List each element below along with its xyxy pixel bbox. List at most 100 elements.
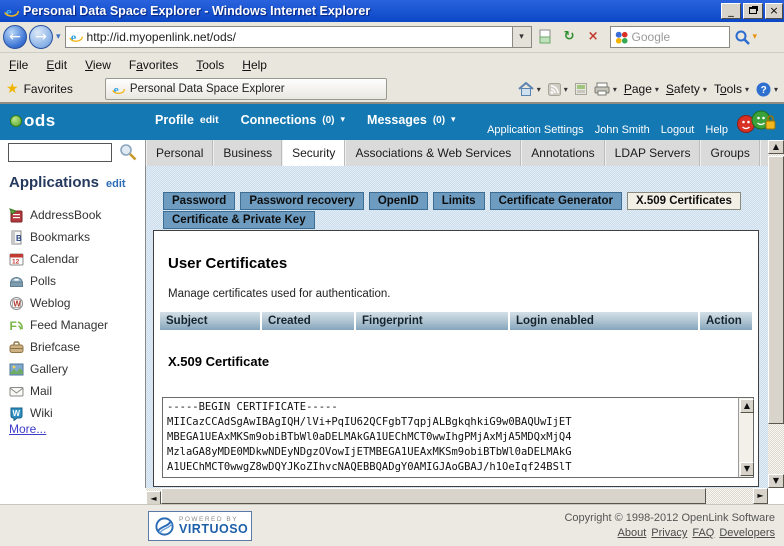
connections-link[interactable]: Connections — [241, 113, 317, 127]
menu-view[interactable]: View — [76, 58, 120, 72]
profile-link[interactable]: Profile — [155, 113, 194, 127]
scroll-down-icon[interactable]: ▼ — [768, 474, 784, 488]
minimize-button[interactable]: _ — [721, 3, 741, 19]
print-button[interactable]: ▾ — [594, 82, 617, 96]
ods-logo[interactable]: ods — [10, 111, 56, 131]
sidebar-item-briefcase[interactable]: Briefcase — [9, 336, 108, 358]
tools-menu-button[interactable]: Tools ▾ — [714, 82, 749, 96]
search-box[interactable]: Google — [610, 26, 730, 48]
sidebar-item-mail[interactable]: Mail — [9, 380, 108, 402]
tab-security[interactable]: Security — [282, 140, 345, 166]
subtab-certificate-generator[interactable]: Certificate Generator — [490, 192, 622, 210]
sidebar-item-polls[interactable]: Polls — [9, 270, 108, 292]
recent-pages-dropdown[interactable]: ▾ — [56, 32, 61, 42]
tab-associations-web-services[interactable]: Associations & Web Services — [345, 140, 521, 166]
close-button[interactable]: × — [765, 3, 783, 19]
weblog-icon: W — [9, 296, 24, 311]
tab-groups[interactable]: Groups — [700, 140, 759, 166]
feeds-button[interactable]: ▾ — [548, 83, 568, 96]
sidebar-item-wiki[interactable]: W Wiki — [9, 402, 108, 424]
compatibility-view-button[interactable] — [535, 26, 556, 48]
vertical-scrollbar[interactable]: ▲ ▼ — [768, 140, 784, 488]
applications-edit-link[interactable]: edit — [106, 178, 126, 190]
svg-text:F: F — [10, 319, 17, 333]
feed-manager-icon: F — [9, 318, 24, 333]
gallery-icon — [9, 362, 24, 377]
certificate-section-title: X.509 Certificate — [168, 354, 758, 369]
subtab-x509-certificates[interactable]: X.509 Certificates — [627, 192, 741, 210]
page-tab[interactable]: e Personal Data Space Explorer — [105, 78, 387, 100]
subtab-password-recovery[interactable]: Password recovery — [240, 192, 363, 210]
back-button[interactable]: ← — [3, 25, 27, 49]
menu-file[interactable]: File — [0, 58, 37, 72]
subtab-limits[interactable]: Limits — [433, 192, 485, 210]
virtuoso-badge[interactable]: POWERED BY VIRTUOSO — [148, 511, 252, 541]
svg-text:W: W — [13, 409, 21, 418]
sidebar-item-addressbook[interactable]: AddressBook — [9, 204, 108, 226]
connections-count: (0) — [322, 115, 334, 126]
scroll-up-icon[interactable]: ▲ — [740, 399, 754, 413]
help-button[interactable]: ? ▾ — [756, 82, 778, 97]
tab-annotations[interactable]: Annotations — [521, 140, 604, 166]
maximize-button[interactable] — [743, 3, 763, 19]
tab-personal[interactable]: Personal — [146, 140, 213, 166]
sidebar-item-gallery[interactable]: Gallery — [9, 358, 108, 380]
column-subject: Subject — [160, 312, 260, 330]
tab-business[interactable]: Business — [213, 140, 282, 166]
user-name-link[interactable]: John Smith — [595, 124, 650, 136]
page-menu-button[interactable]: Page ▾ — [624, 82, 659, 96]
about-link[interactable]: About — [618, 527, 647, 539]
scroll-up-icon[interactable]: ▲ — [768, 140, 784, 154]
menu-edit[interactable]: Edit — [37, 58, 76, 72]
sidebar-item-weblog[interactable]: W Weblog — [9, 292, 108, 314]
url-history-dropdown[interactable]: ▾ — [513, 26, 532, 48]
messages-link[interactable]: Messages — [367, 113, 427, 127]
sidebar-item-feed-manager[interactable]: F Feed Manager — [9, 314, 108, 336]
profile-edit-link[interactable]: edit — [200, 114, 219, 126]
chevron-down-icon[interactable]: ▾ — [341, 115, 346, 125]
scroll-right-icon[interactable]: ► — [753, 488, 768, 504]
application-settings-link[interactable]: Application Settings — [487, 124, 584, 136]
subtab-certificate-private-key[interactable]: Certificate & Private Key — [163, 211, 315, 229]
certificate-textarea-scrollbar[interactable]: ▲ ▼ — [738, 397, 754, 478]
tab-acl-sharing[interactable]: ACL Shari — [760, 140, 768, 166]
scroll-down-icon[interactable]: ▼ — [740, 462, 754, 476]
logout-link[interactable]: Logout — [661, 124, 695, 136]
sidebar-search-input[interactable] — [8, 143, 112, 162]
search-options-dropdown[interactable]: ▾ — [753, 32, 758, 42]
horizontal-scrollbar-thumb[interactable] — [161, 488, 706, 504]
subtab-openid[interactable]: OpenID — [369, 192, 428, 210]
forward-button[interactable]: → — [29, 25, 53, 49]
refresh-button[interactable]: ↻ — [559, 26, 580, 48]
horizontal-scrollbar[interactable]: ◄ ► — [146, 488, 768, 504]
chevron-down-icon[interactable]: ▾ — [451, 115, 456, 125]
subtab-password[interactable]: Password — [163, 192, 235, 210]
favorites-star-icon[interactable]: ★ — [6, 81, 19, 97]
sidebar-item-calendar[interactable]: 12 Calendar — [9, 248, 108, 270]
vertical-scrollbar-thumb[interactable] — [768, 156, 784, 424]
privacy-link[interactable]: Privacy — [651, 527, 687, 539]
page-description: Manage certificates used for authenticat… — [168, 288, 758, 300]
menu-help[interactable]: Help — [233, 58, 276, 72]
page-tab-title: Personal Data Space Explorer — [130, 83, 285, 95]
stop-button[interactable]: × — [583, 26, 604, 48]
content-area: Password Password recovery OpenID Limits… — [145, 166, 768, 488]
chevron-down-icon: ▾ — [774, 85, 778, 94]
search-placeholder: Google — [632, 30, 671, 44]
faq-link[interactable]: FAQ — [692, 527, 714, 539]
sidebar-item-bookmarks[interactable]: B Bookmarks — [9, 226, 108, 248]
search-magnifier-icon[interactable] — [734, 29, 751, 46]
menu-tools[interactable]: Tools — [187, 58, 233, 72]
url-field[interactable]: e http://id.myopenlink.net/ods/ — [65, 26, 513, 48]
more-link[interactable]: More... — [9, 422, 46, 436]
web-slice-button[interactable] — [575, 83, 587, 95]
certificate-textarea[interactable]: -----BEGIN CERTIFICATE----- MIICazCCAdSg… — [162, 397, 738, 478]
safety-menu-button[interactable]: Safety ▾ — [666, 82, 707, 96]
home-button[interactable]: ▾ — [518, 82, 541, 96]
favorites-button[interactable]: Favorites — [24, 82, 73, 96]
sidebar-search-icon[interactable] — [118, 142, 138, 162]
tab-ldap-servers[interactable]: LDAP Servers — [605, 140, 701, 166]
menu-favorites[interactable]: Favorites — [120, 58, 187, 72]
developers-link[interactable]: Developers — [719, 527, 775, 539]
help-link[interactable]: Help — [705, 124, 728, 136]
